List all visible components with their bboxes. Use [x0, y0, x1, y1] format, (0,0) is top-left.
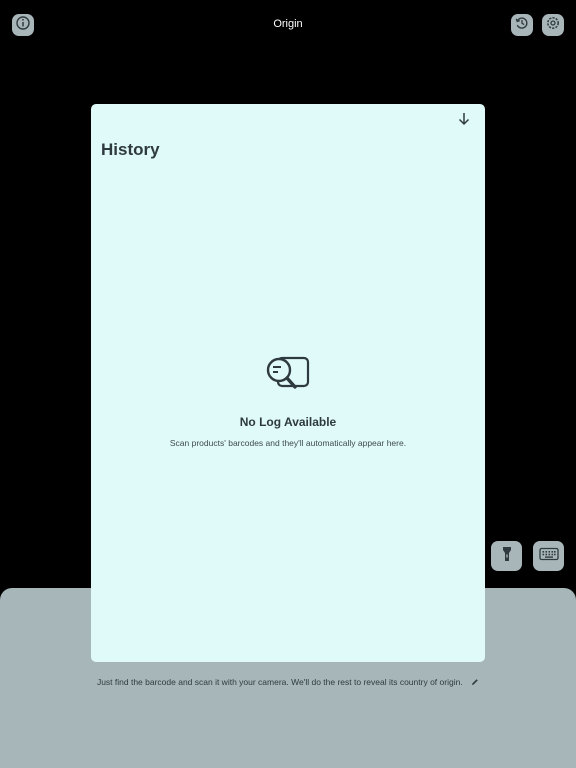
scan-instructions-text: Just find the barcode and scan it with y…	[0, 677, 576, 688]
close-modal-button[interactable]	[455, 112, 473, 130]
history-button[interactable]	[511, 14, 533, 36]
app-title: Origin	[273, 18, 303, 30]
empty-state-subtitle: Scan products' barcodes and they'll auto…	[169, 438, 407, 448]
search-document-icon	[264, 354, 312, 394]
top-bar: Origin	[0, 0, 576, 50]
empty-state-title: No Log Available	[239, 415, 337, 429]
keyboard-icon	[538, 547, 559, 566]
keyboard-button[interactable]	[533, 541, 564, 571]
flashlight-icon	[500, 545, 514, 568]
gear-icon	[545, 15, 561, 36]
instructions-description: Just find the barcode and scan it with y…	[96, 677, 463, 687]
pencil-icon[interactable]	[471, 678, 479, 688]
flashlight-button[interactable]	[491, 541, 522, 571]
history-clock-icon	[514, 15, 530, 36]
arrow-down-icon	[458, 112, 470, 131]
settings-button[interactable]	[542, 14, 564, 36]
history-modal: History No Log Available Scan products' …	[91, 104, 485, 662]
modal-title: History	[101, 140, 160, 159]
